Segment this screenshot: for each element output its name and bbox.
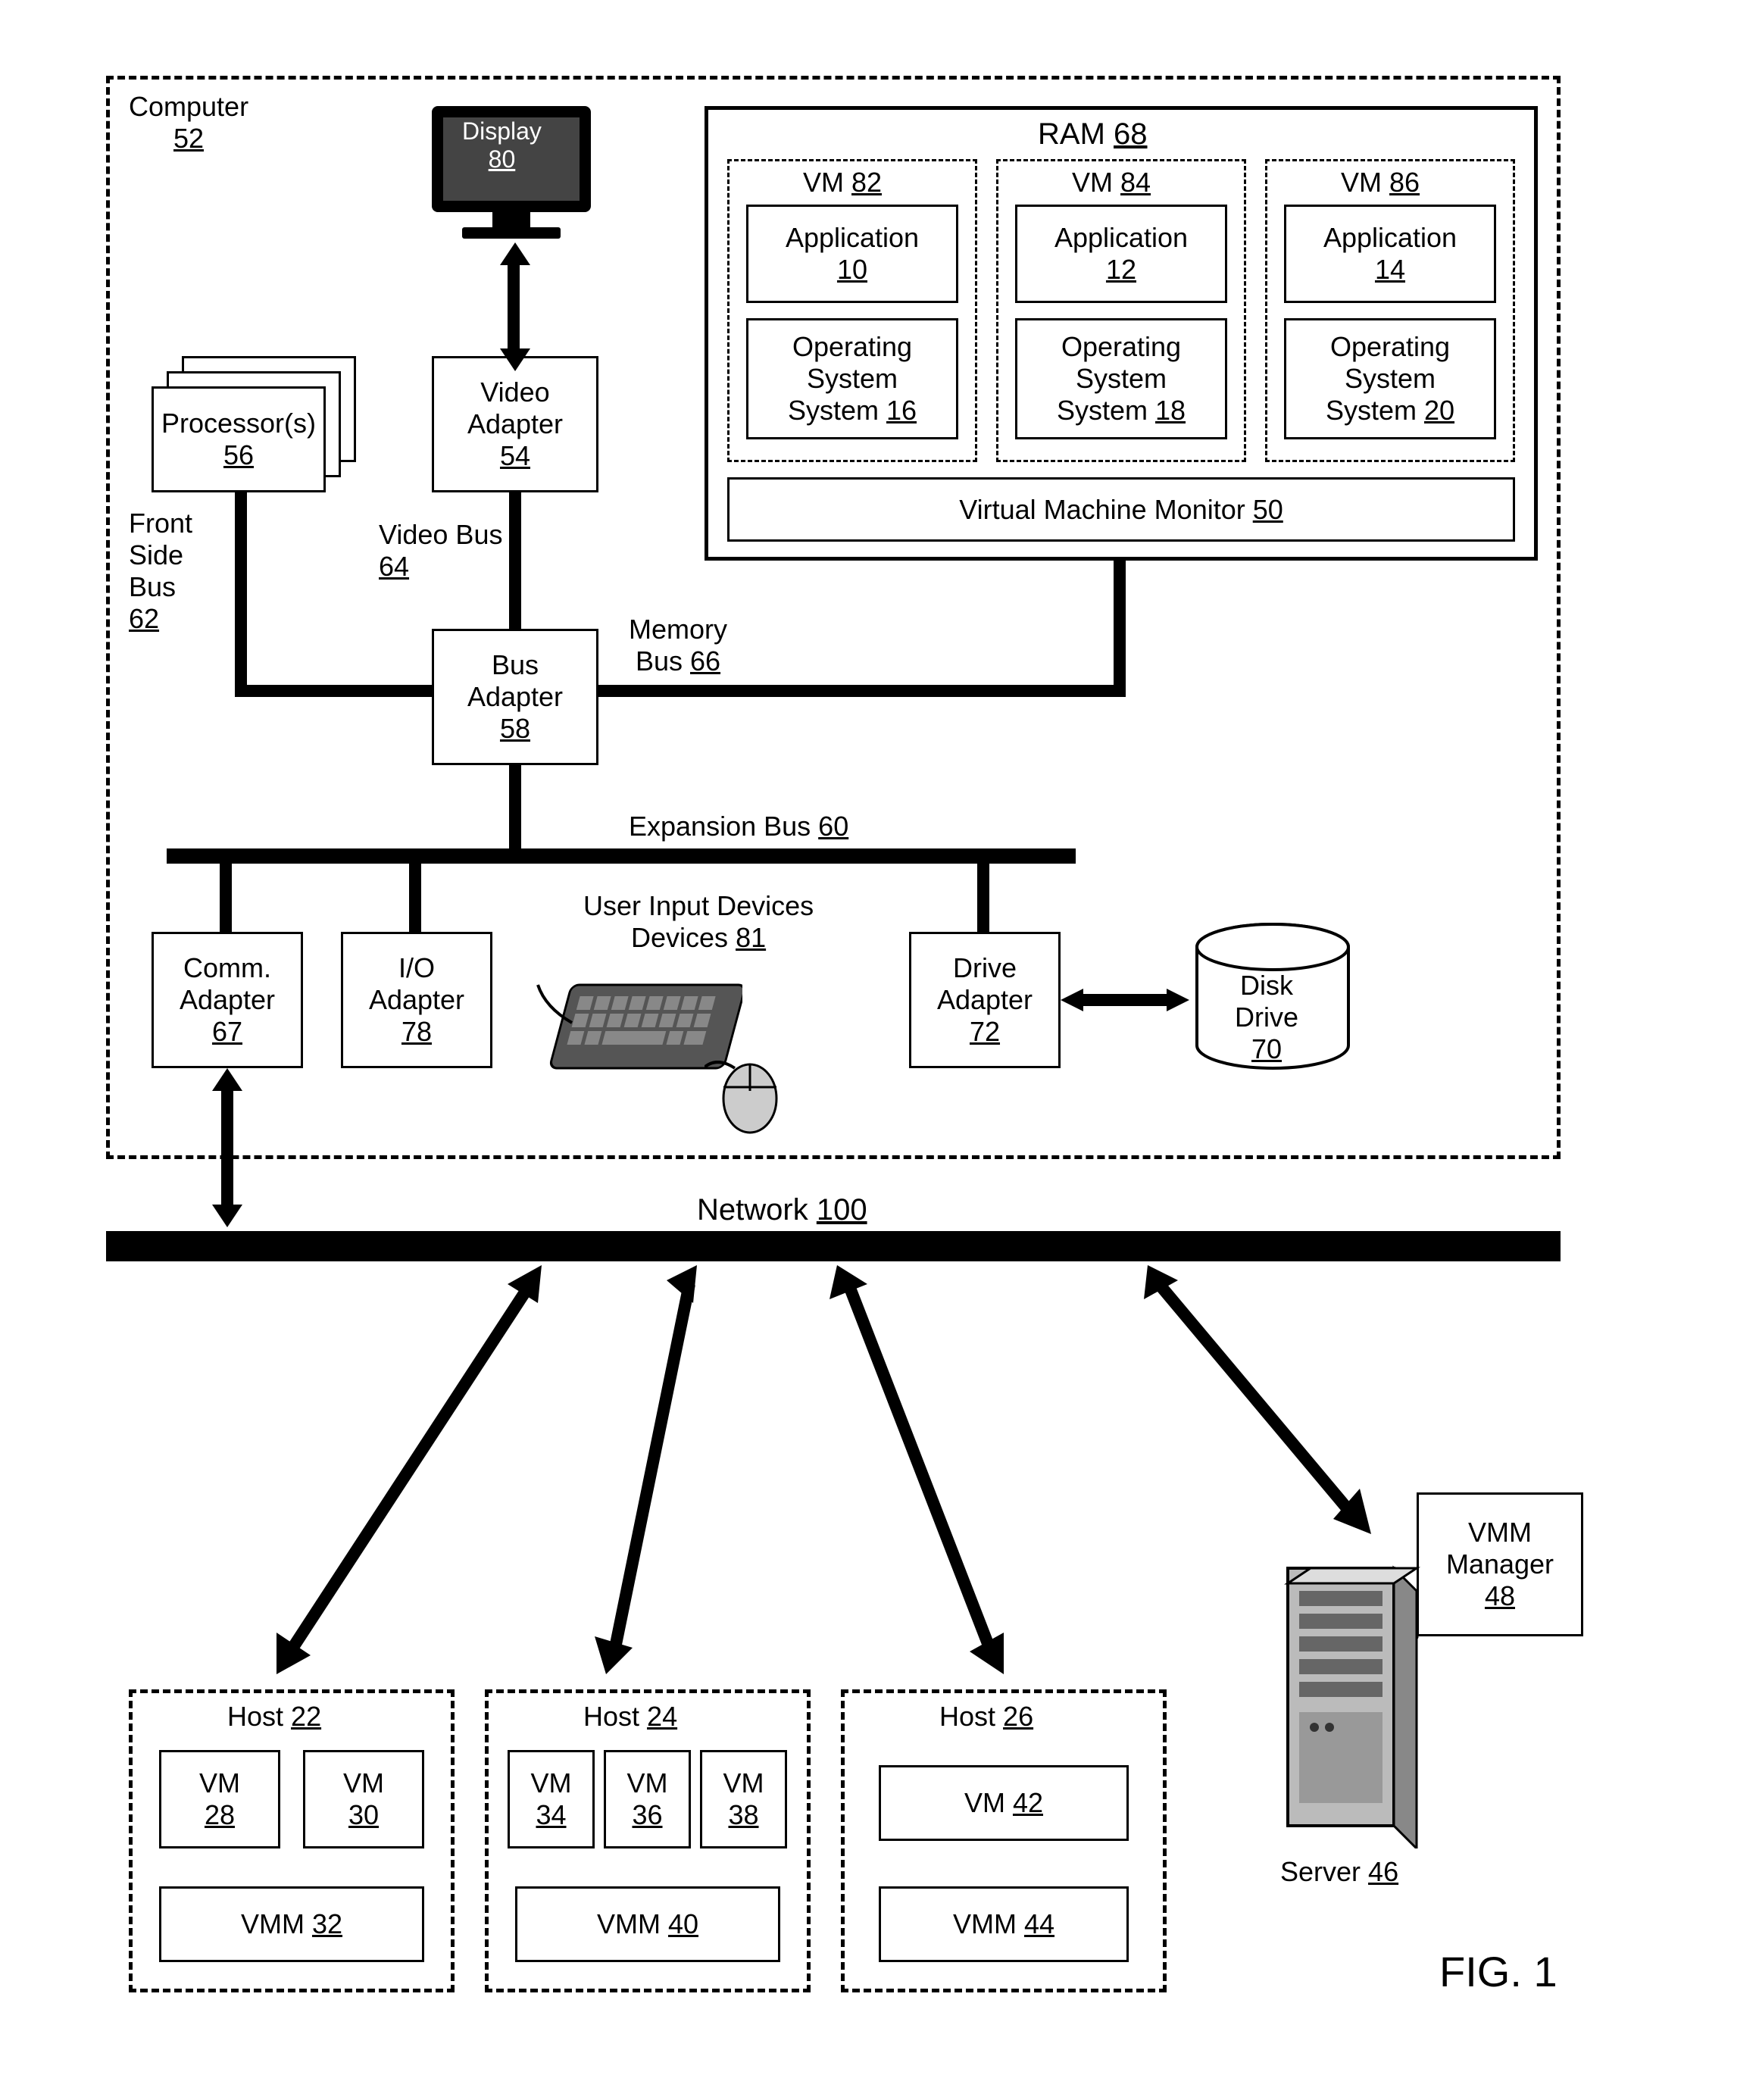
ram-label: RAM 68: [1038, 117, 1148, 152]
line-comm-drop: [220, 864, 232, 932]
bus-adapter-box: BusAdapter58: [432, 629, 598, 765]
expansion-bus-label: Expansion Bus 60: [629, 811, 848, 842]
os18-box: Operating SystemSystem 18: [1015, 318, 1227, 439]
fsb-label: FrontSideBus62: [129, 508, 192, 635]
arrow-comm-network: [205, 1068, 250, 1227]
io-adapter-box: I/OAdapter78: [341, 932, 492, 1068]
host26-label: Host 26: [939, 1701, 1033, 1733]
vm86-label: VM 86: [1341, 167, 1420, 198]
vm38-box: VM38: [700, 1750, 787, 1848]
drive-adapter-box: DriveAdapter72: [909, 932, 1061, 1068]
line-bus-exp: [509, 765, 521, 848]
vmm50-box: Virtual Machine Monitor 50: [727, 477, 1515, 542]
app12-box: Application12: [1015, 205, 1227, 303]
host24-label: Host 24: [583, 1701, 677, 1733]
video-adapter-box: VideoAdapter54: [432, 356, 598, 492]
line-io-drop: [409, 864, 421, 932]
arrow-net-host24: [583, 1261, 735, 1686]
vm30-box: VM30: [303, 1750, 424, 1848]
arrow-display-video: [485, 242, 545, 371]
os20-box: Operating SystemSystem 20: [1284, 318, 1496, 439]
line-video-bus: [509, 492, 521, 629]
expansion-bus-bar: [167, 848, 1076, 864]
server-label: Server 46: [1280, 1856, 1398, 1888]
vmm32-box: VMM 32: [159, 1886, 424, 1962]
vmm44-box: VMM 44: [879, 1886, 1129, 1962]
vm36-box: VM36: [604, 1750, 691, 1848]
arrow-drive-disk: [1061, 985, 1189, 1015]
vm42-box: VM 42: [879, 1765, 1129, 1841]
vm82-label: VM 82: [803, 167, 882, 198]
app10-box: Application10: [746, 205, 958, 303]
network-label: Network 100: [697, 1193, 867, 1227]
vmm-manager-box: VMMManager48: [1417, 1492, 1583, 1636]
disk-drive-label: DiskDrive70: [1235, 970, 1298, 1065]
mouse-icon: [705, 1061, 788, 1140]
line-mem-h: [598, 685, 1126, 697]
video-bus-label: Video Bus64: [379, 519, 502, 583]
arrow-net-server: [1129, 1261, 1394, 1549]
arrow-net-host22: [250, 1261, 553, 1686]
vm34-box: VM34: [508, 1750, 595, 1848]
line-fsb-h: [235, 685, 432, 697]
line-mem-v: [1114, 561, 1126, 697]
server-icon: [1273, 1561, 1424, 1852]
user-input-label: User Input DevicesDevices 81: [583, 890, 814, 954]
vm84-label: VM 84: [1072, 167, 1151, 198]
line-fsb-v: [235, 492, 247, 697]
display-label: Display80: [462, 117, 542, 173]
arrow-net-host26: [818, 1261, 1045, 1686]
os16-box: Operating SystemSystem 16: [746, 318, 958, 439]
figure-label: FIG. 1: [1439, 1947, 1557, 1996]
host22-label: Host 22: [227, 1701, 321, 1733]
comm-adapter-box: Comm.Adapter67: [152, 932, 303, 1068]
line-drive-drop: [977, 864, 989, 932]
app14-box: Application14: [1284, 205, 1496, 303]
vmm40-box: VMM 40: [515, 1886, 780, 1962]
memory-bus-label: MemoryBus 66: [629, 614, 727, 677]
network-bar: [106, 1231, 1561, 1261]
computer-label: Computer52: [129, 91, 248, 155]
vm28-box: VM28: [159, 1750, 280, 1848]
